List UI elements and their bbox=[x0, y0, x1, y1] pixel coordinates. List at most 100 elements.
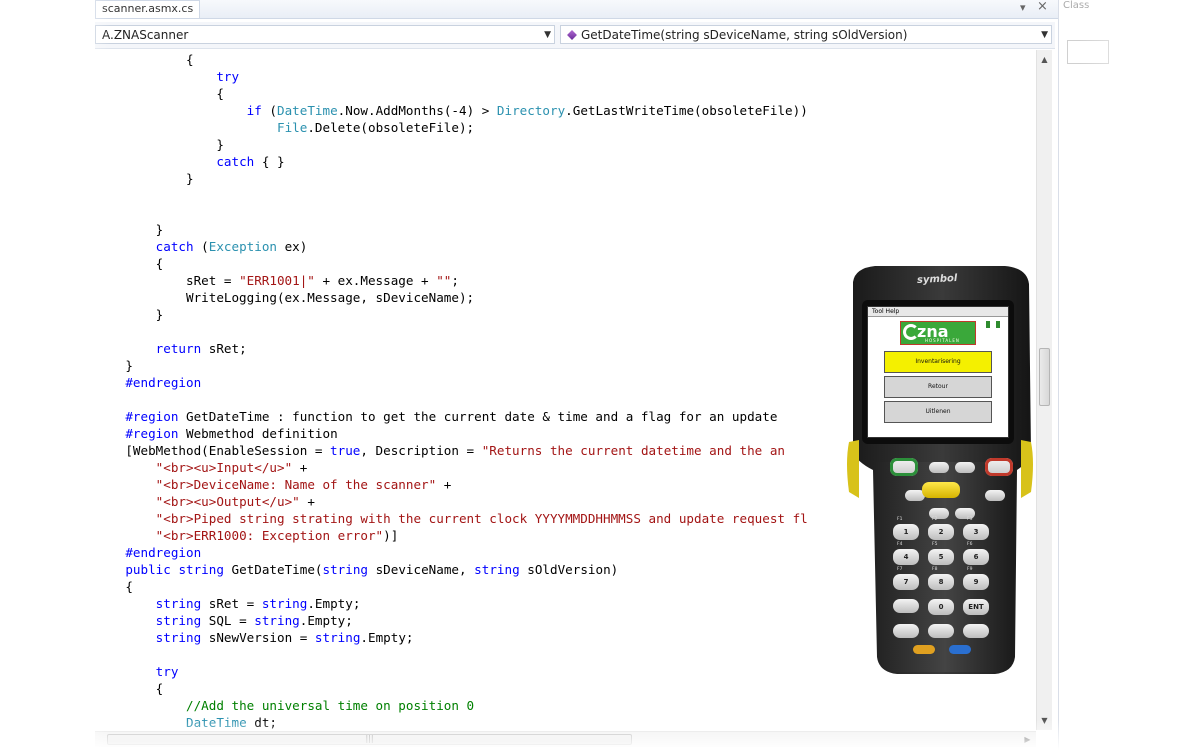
code-line[interactable]: "<br><u>Input</u>" + bbox=[95, 459, 308, 476]
code-token: .Empty; bbox=[307, 596, 361, 611]
code-token: DateTime bbox=[277, 103, 338, 118]
code-line[interactable]: { bbox=[95, 680, 164, 697]
code-line[interactable]: return sRet; bbox=[95, 340, 247, 357]
code-token: )] bbox=[383, 528, 399, 543]
code-line[interactable]: #endregion bbox=[95, 544, 201, 561]
code-token: string bbox=[261, 596, 308, 611]
code-line[interactable]: { bbox=[95, 85, 224, 102]
code-token: #region bbox=[125, 426, 179, 441]
code-token: Exception bbox=[208, 239, 278, 254]
code-line[interactable]: try bbox=[95, 663, 179, 680]
panel-toolbar-box[interactable] bbox=[1067, 40, 1109, 64]
code-token: "<br>DeviceName: Name of the scanner" bbox=[155, 477, 437, 492]
code-token: string bbox=[155, 630, 202, 645]
code-token: "<br>Piped string strating with the curr… bbox=[155, 511, 808, 526]
handheld-scanner-image: symbol Tool Help zna HOSPITALEN Inventar… bbox=[845, 262, 1035, 682]
code-line[interactable]: "<br>Piped string strating with the curr… bbox=[95, 510, 808, 527]
keypad-key-0: 0 bbox=[928, 599, 954, 615]
code-line[interactable]: } bbox=[95, 221, 164, 238]
zna-logo: zna HOSPITALEN bbox=[900, 321, 976, 345]
code-line[interactable]: if (DateTime.Now.AddMonths(-4) > Directo… bbox=[95, 102, 808, 119]
keypad-key-7: 7 bbox=[893, 574, 919, 590]
center-scan-key bbox=[922, 482, 960, 498]
code-token: "<br><u>Output</u>" bbox=[155, 494, 300, 509]
keypad-key bbox=[928, 624, 954, 638]
code-line[interactable]: string SQL = string.Empty; bbox=[95, 612, 353, 629]
fkey-label: F8 bbox=[932, 567, 938, 572]
code-token: .Delete(obsoleteFile); bbox=[307, 120, 475, 135]
code-line[interactable]: } bbox=[95, 357, 133, 374]
scroll-down-icon[interactable]: ▼ bbox=[1037, 713, 1052, 728]
code-line[interactable]: string sRet = string.Empty; bbox=[95, 595, 361, 612]
code-line[interactable]: WriteLogging(ex.Message, sDeviceName); bbox=[95, 289, 474, 306]
fkey-label: F7 bbox=[897, 567, 903, 572]
code-line[interactable]: } bbox=[95, 306, 164, 323]
code-line[interactable]: string sNewVersion = string.Empty; bbox=[95, 629, 414, 646]
screen-menu-button: Retour bbox=[884, 376, 992, 398]
type-dropdown[interactable]: A.ZNAScanner ▼ bbox=[95, 25, 555, 44]
code-line[interactable]: } bbox=[95, 170, 194, 187]
code-line[interactable]: [WebMethod(EnableSession = true, Descrip… bbox=[95, 442, 785, 459]
code-line[interactable]: sRet = "ERR1001|" + ex.Message + ""; bbox=[95, 272, 459, 289]
code-line[interactable]: { bbox=[95, 51, 194, 68]
logo-subtitle: HOSPITALEN bbox=[925, 338, 960, 343]
keypad-key-6: 6 bbox=[963, 549, 989, 565]
code-token: WriteLogging(ex.Message, sDeviceName); bbox=[95, 290, 475, 305]
signal-icon bbox=[996, 321, 1000, 328]
code-token: sOldVersion) bbox=[519, 562, 619, 577]
code-line[interactable]: "<br><u>Output</u>" + bbox=[95, 493, 315, 510]
code-line[interactable]: catch { } bbox=[95, 153, 284, 170]
code-token: ( bbox=[261, 103, 277, 118]
code-token: sRet; bbox=[201, 341, 247, 356]
code-line[interactable]: catch (Exception ex) bbox=[95, 238, 308, 255]
code-line[interactable]: //Add the universal time on position 0 bbox=[95, 697, 474, 714]
scroll-up-icon[interactable]: ▲ bbox=[1037, 52, 1052, 67]
vertical-scroll-thumb[interactable] bbox=[1039, 348, 1050, 406]
fkey-label: F1 bbox=[897, 517, 903, 522]
code-line[interactable]: DateTime dt; bbox=[95, 714, 277, 730]
code-line[interactable]: { bbox=[95, 255, 164, 272]
brand-logo: symbol bbox=[916, 272, 958, 287]
code-token: ( bbox=[193, 239, 209, 254]
code-token: "ERR1001|" bbox=[239, 273, 315, 288]
code-token: #endregion bbox=[125, 545, 202, 560]
scroll-right-icon[interactable]: ▶ bbox=[1020, 732, 1035, 747]
code-line[interactable]: "<br>ERR1000: Exception error")] bbox=[95, 527, 399, 544]
code-token: .GetLastWriteTime(obsoleteFile)) bbox=[565, 103, 808, 118]
navigation-bar: A.ZNAScanner ▼ GetDateTime(string sDevic… bbox=[95, 22, 1055, 49]
nav-key bbox=[929, 462, 949, 473]
code-token: string bbox=[322, 562, 369, 577]
code-line[interactable]: "<br>DeviceName: Name of the scanner" + bbox=[95, 476, 452, 493]
code-line[interactable]: public string GetDateTime(string sDevice… bbox=[95, 561, 618, 578]
code-line[interactable]: #region Webmethod definition bbox=[95, 425, 337, 442]
horizontal-scrollbar[interactable]: ||| ▶ bbox=[95, 731, 1036, 747]
member-dropdown[interactable]: GetDateTime(string sDeviceName, string s… bbox=[560, 25, 1052, 44]
code-token: GetDateTime : function to get the curren… bbox=[178, 409, 778, 424]
vertical-scrollbar[interactable]: ▲ ▼ bbox=[1036, 50, 1052, 730]
code-token: } bbox=[95, 171, 194, 186]
code-line[interactable]: } bbox=[95, 136, 224, 153]
method-icon bbox=[567, 30, 577, 40]
code-line[interactable]: try bbox=[95, 68, 239, 85]
tab-list-dropdown-icon[interactable]: ▾ bbox=[1020, 0, 1026, 16]
battery-icon bbox=[986, 321, 990, 328]
tab-scanner-asmx-cs[interactable]: scanner.asmx.cs bbox=[95, 0, 201, 18]
fkey-label: F6 bbox=[967, 542, 973, 547]
close-tab-icon[interactable]: × bbox=[1037, 0, 1048, 14]
code-line[interactable]: #endregion bbox=[95, 374, 201, 391]
green-call-key bbox=[890, 458, 918, 476]
code-line[interactable]: File.Delete(obsoleteFile); bbox=[95, 119, 474, 136]
horizontal-scroll-thumb[interactable]: ||| bbox=[107, 734, 632, 745]
code-line[interactable]: #region GetDateTime : function to get th… bbox=[95, 408, 777, 425]
code-token: Directory bbox=[496, 103, 566, 118]
code-line[interactable]: { bbox=[95, 578, 133, 595]
